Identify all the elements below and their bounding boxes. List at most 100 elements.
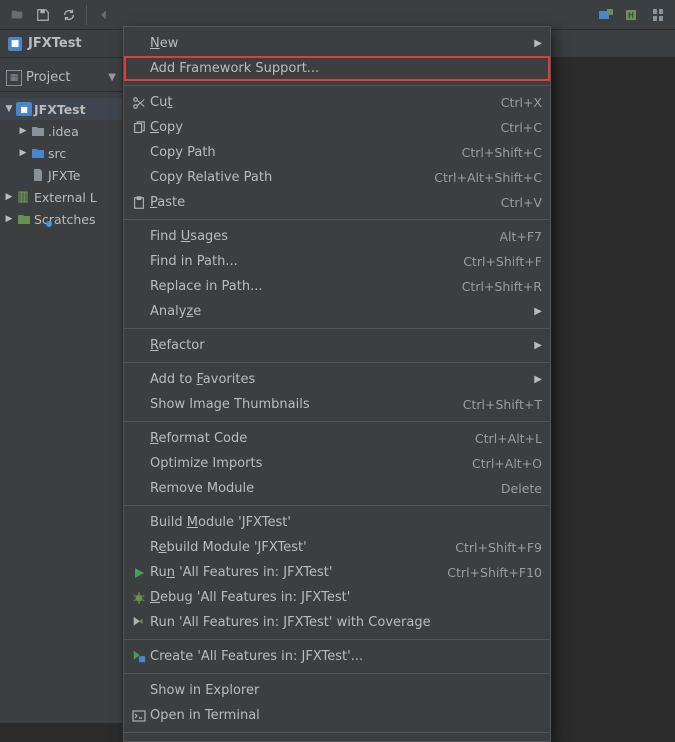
menu-shortcut: Ctrl+Alt+L — [475, 431, 542, 446]
project-header[interactable]: ▦ Project ▼ — [0, 64, 122, 92]
menu-shortcut: Ctrl+Shift+F — [463, 254, 542, 269]
menu-item-label: Show in Explorer — [150, 683, 542, 698]
project-tree[interactable]: ▼■JFXTest▶.idea▶srcJFXTe▶External L▶Scra… — [0, 96, 122, 232]
tree-row-src[interactable]: ▶ src — [0, 142, 122, 164]
menu-item-label: Run 'All Features in: JFXTest' — [150, 565, 447, 580]
menu-item-remove-module[interactable]: Remove ModuleDelete — [124, 476, 550, 501]
folder-icon — [30, 124, 46, 138]
save-all-icon[interactable] — [30, 3, 56, 27]
blank-icon — [128, 455, 150, 473]
menu-shortcut: Ctrl+Shift+F10 — [447, 565, 542, 580]
menu-shortcut: Ctrl+X — [501, 95, 542, 110]
open-icon[interactable] — [4, 3, 30, 27]
source-folder-icon — [30, 146, 46, 160]
coverage-icon — [128, 614, 150, 632]
menu-item-copy-path[interactable]: Copy PathCtrl+Shift+C — [124, 140, 550, 165]
menu-item-label: Find Usages — [150, 229, 499, 244]
menu-item-optimize-imports[interactable]: Optimize ImportsCtrl+Alt+O — [124, 451, 550, 476]
menu-item-label: Copy Path — [150, 145, 462, 160]
tree-label: External L — [34, 190, 97, 205]
chevron-down-icon[interactable]: ▼ — [4, 104, 14, 114]
menu-shortcut: Alt+F7 — [499, 229, 542, 244]
menu-shortcut: Ctrl+Shift+T — [463, 397, 542, 412]
menu-item-add-to-favorites[interactable]: Add to Favorites▶ — [124, 367, 550, 392]
menu-separator — [124, 362, 550, 363]
blank-icon — [128, 430, 150, 448]
blank-icon — [128, 682, 150, 700]
module-icon: ■ — [16, 102, 32, 116]
menu-item-label: Create 'All Features in: JFXTest'... — [150, 649, 542, 664]
toolbar-icon-a[interactable] — [593, 3, 619, 27]
svg-text:H: H — [628, 11, 634, 20]
chevron-down-icon[interactable]: ▼ — [108, 72, 116, 83]
menu-item-analyze[interactable]: Analyze▶ — [124, 299, 550, 324]
chevron-right-icon[interactable]: ▶ — [18, 126, 28, 136]
menu-item-rebuild-module-jfxtest[interactable]: Rebuild Module 'JFXTest'Ctrl+Shift+F9 — [124, 535, 550, 560]
tree-row-scratches[interactable]: ▶Scratches — [0, 208, 122, 230]
run-icon — [128, 564, 150, 582]
menu-item-refactor[interactable]: Refactor▶ — [124, 333, 550, 358]
blank-icon — [128, 278, 150, 296]
menu-item-label: Add to Favorites — [150, 372, 528, 387]
menu-shortcut: Delete — [501, 481, 542, 496]
blank-icon — [128, 228, 150, 246]
menu-item-label: Refactor — [150, 338, 528, 353]
create-icon — [128, 648, 150, 666]
menu-item-run-all-features-in-jfxtest[interactable]: Run 'All Features in: JFXTest'Ctrl+Shift… — [124, 560, 550, 585]
menu-item-label: Optimize Imports — [150, 456, 472, 471]
menu-separator — [124, 85, 550, 86]
chevron-right-icon[interactable]: ▶ — [18, 148, 28, 158]
menu-item-copy-relative-path[interactable]: Copy Relative PathCtrl+Alt+Shift+C — [124, 165, 550, 190]
toolbar-icon-c[interactable] — [645, 3, 671, 27]
blank-icon — [128, 144, 150, 162]
submenu-arrow-icon: ▶ — [528, 38, 542, 49]
menu-item-label: Show Image Thumbnails — [150, 397, 463, 412]
tree-label: src — [48, 146, 66, 161]
project-view-icon: ▦ — [6, 70, 22, 86]
menu-item-label: Replace in Path... — [150, 279, 462, 294]
menu-item-create-all-features-in-jfxtest[interactable]: Create 'All Features in: JFXTest'... — [124, 644, 550, 669]
blank-icon — [128, 396, 150, 414]
sync-icon[interactable] — [56, 3, 82, 27]
tree-row-jfxtest[interactable]: ▼■JFXTest — [0, 98, 122, 120]
menu-item-add-framework-support[interactable]: Add Framework Support... — [124, 56, 550, 81]
tree-row-jfxte[interactable]: JFXTe — [0, 164, 122, 186]
menu-item-debug-all-features-in-jfxtest[interactable]: Debug 'All Features in: JFXTest' — [124, 585, 550, 610]
menu-item-open-in-terminal[interactable]: Open in Terminal — [124, 703, 550, 728]
menu-item-label: Analyze — [150, 304, 528, 319]
menu-item-label: Debug 'All Features in: JFXTest' — [150, 590, 542, 605]
breadcrumb-project[interactable]: JFXTest — [28, 36, 82, 51]
tree-row-external-l[interactable]: ▶ External L — [0, 186, 122, 208]
menu-item-run-all-features-in-jfxtest-with-coverage[interactable]: Run 'All Features in: JFXTest' with Cove… — [124, 610, 550, 635]
menu-item-show-in-explorer[interactable]: Show in Explorer — [124, 678, 550, 703]
back-icon[interactable] — [91, 3, 117, 27]
menu-item-find-usages[interactable]: Find UsagesAlt+F7 — [124, 224, 550, 249]
menu-item-find-in-path[interactable]: Find in Path...Ctrl+Shift+F — [124, 249, 550, 274]
submenu-arrow-icon: ▶ — [528, 306, 542, 317]
libraries-icon — [16, 190, 32, 204]
menu-shortcut: Ctrl+Shift+R — [462, 279, 542, 294]
menu-item-label: Rebuild Module 'JFXTest' — [150, 540, 455, 555]
chevron-right-icon[interactable]: ▶ — [4, 192, 14, 202]
menu-item-show-image-thumbnails[interactable]: Show Image ThumbnailsCtrl+Shift+T — [124, 392, 550, 417]
menu-separator — [124, 732, 550, 733]
blank-icon — [128, 337, 150, 355]
menu-item-label: Copy Relative Path — [150, 170, 434, 185]
menu-item-cut[interactable]: CutCtrl+X — [124, 90, 550, 115]
toolbar-icon-b[interactable]: H — [619, 3, 645, 27]
menu-item-replace-in-path[interactable]: Replace in Path...Ctrl+Shift+R — [124, 274, 550, 299]
menu-item-paste[interactable]: PasteCtrl+V — [124, 190, 550, 215]
submenu-arrow-icon: ▶ — [528, 374, 542, 385]
blank-icon — [128, 60, 150, 78]
menu-shortcut: Ctrl+Alt+O — [472, 456, 542, 471]
menu-item-build-module-jfxtest[interactable]: Build Module 'JFXTest' — [124, 510, 550, 535]
menu-item-new[interactable]: New▶ — [124, 31, 550, 56]
menu-item-copy[interactable]: CopyCtrl+C — [124, 115, 550, 140]
menu-separator — [124, 673, 550, 674]
menu-separator — [124, 505, 550, 506]
chevron-right-icon[interactable]: ▶ — [4, 214, 14, 224]
paste-icon — [128, 194, 150, 212]
tree-row--idea[interactable]: ▶.idea — [0, 120, 122, 142]
menu-item-reformat-code[interactable]: Reformat CodeCtrl+Alt+L — [124, 426, 550, 451]
menu-item-label: Remove Module — [150, 481, 501, 496]
